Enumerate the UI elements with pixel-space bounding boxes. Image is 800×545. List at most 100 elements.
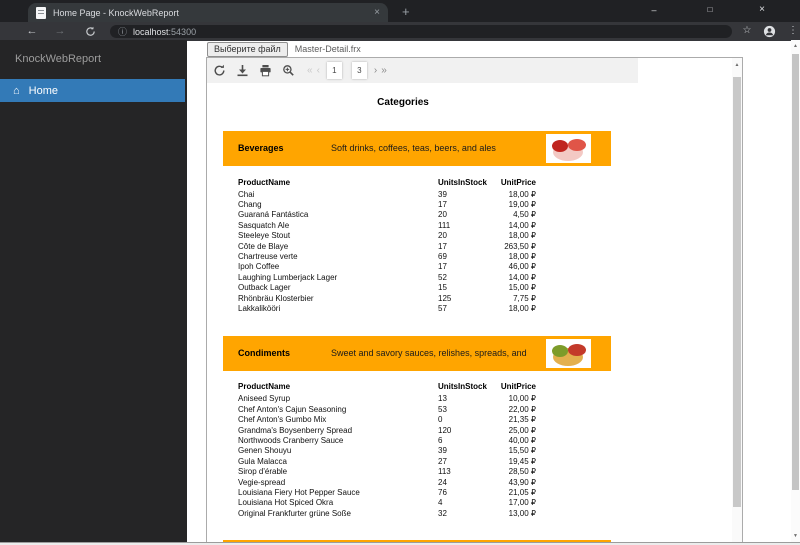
product-name-cell: Gula Malacca [238,456,287,466]
unit-price-cell: 19,00 ₽ [508,200,536,210]
url-text: localhost:54300 [133,26,197,37]
browser-menu-icon[interactable]: ⋮ [784,22,800,41]
print-icon[interactable] [259,64,272,77]
units-in-stock-cell: 57 [438,303,447,313]
prev-page-button[interactable]: ‹ [317,58,320,83]
page-scrollbar[interactable]: ▲ ▼ [791,40,800,542]
back-button[interactable]: ← [22,22,42,41]
category-band: Condiments Sweet and savory sauces, reli… [223,335,611,371]
current-page-input[interactable]: 1 [326,62,342,79]
last-page-button[interactable]: » [381,58,387,83]
viewer-scrollbar[interactable]: ▲ [732,58,742,542]
scroll-up-icon[interactable]: ▲ [791,40,800,52]
product-name-cell: Guaraná Fantástica [238,210,309,220]
window-minimize-button[interactable]: – [640,0,668,22]
table-row: Outback Lager 15 15,00 ₽ [238,283,536,293]
sidebar: KnockWebReport ⌂ Home [0,40,187,542]
table-row: Guaraná Fantástica 20 4,50 ₽ [238,210,536,220]
units-in-stock-cell: 32 [438,508,447,518]
beverages-photo [546,134,591,163]
report-page: Categories Beverages Soft drinks, coffee… [207,58,742,542]
profile-avatar-icon[interactable] [760,22,778,41]
refresh-icon[interactable] [213,64,226,77]
product-name-cell: Aniseed Syrup [238,394,291,404]
units-in-stock-cell: 13 [438,394,447,404]
units-in-stock-cell: 24 [438,477,447,487]
table-row: Chef Anton's Gumbo Mix 0 21,35 ₽ [238,414,536,424]
first-page-button[interactable]: « [307,58,313,83]
units-in-stock-cell: 0 [438,415,443,425]
product-name-cell: Outback Lager [238,283,291,293]
unit-price-cell: 14,00 ₽ [508,272,536,282]
product-name-cell: Chartreuse verte [238,252,298,262]
product-name-cell: Northwoods Cranberry Sauce [238,435,344,445]
window-close-button[interactable]: × [748,0,776,22]
unit-price-cell: 18,00 ₽ [508,303,536,313]
table-row: Chartreuse verte 69 18,00 ₽ [238,251,536,261]
app-brand[interactable]: KnockWebReport [0,40,187,65]
scroll-up-icon[interactable]: ▲ [732,58,742,72]
product-name-cell: Original Frankfurter grüne Soße [238,508,351,518]
table-row: Vegie-spread 24 43,90 ₽ [238,477,536,487]
reload-button[interactable] [80,22,100,41]
table-row: Laughing Lumberjack Lager 52 14,00 ₽ [238,272,536,282]
choose-file-button[interactable]: Выберите файл [207,41,288,57]
browser-tab[interactable]: Home Page - KnockWebReport × [28,3,388,22]
unit-price-cell: 14,00 ₽ [508,220,536,230]
product-name-cell: Rhönbräu Klosterbier [238,293,314,303]
units-in-stock-cell: 53 [438,404,447,414]
new-tab-button[interactable]: + [402,2,410,21]
column-header-product-name: ProductName [238,177,291,187]
column-header-unit-price: UnitPrice [500,382,536,392]
viewer-scrollbar-thumb[interactable] [733,77,741,507]
category-name: Condiments [238,347,291,358]
units-in-stock-cell: 20 [438,210,447,220]
sidebar-item-home[interactable]: ⌂ Home [0,79,185,102]
units-in-stock-cell: 17 [438,241,447,251]
zoom-icon[interactable] [282,64,295,77]
product-name-cell: Sasquatch Ale [238,220,290,230]
product-name-cell: Laughing Lumberjack Lager [238,272,338,282]
table-row: Aniseed Syrup 13 10,00 ₽ [238,394,536,404]
unit-price-cell: 21,35 ₽ [508,415,536,425]
column-header-units-in-stock: UnitsInStock [438,177,487,187]
category-description: Soft drinks, coffees, teas, beers, and a… [331,143,496,153]
table-header-row: ProductName UnitsInStock UnitPrice [238,175,536,189]
units-in-stock-cell: 39 [438,446,447,456]
window-maximize-button[interactable]: □ [696,0,724,22]
table-row: Sirop d'érable 113 28,50 ₽ [238,466,536,476]
table-body: Aniseed Syrup 13 10,00 ₽ Chef Anton's Cajun… [238,394,536,519]
bookmark-icon[interactable]: ☆ [738,22,756,41]
condiments-photo [546,338,591,368]
unit-price-cell: 13,00 ₽ [508,508,536,518]
site-info-icon[interactable]: ⓘ [118,25,127,38]
column-header-product-name: ProductName [238,382,291,392]
table-row: Northwoods Cranberry Sauce 6 40,00 ₽ [238,435,536,445]
page-scrollbar-thumb[interactable] [792,54,799,490]
scroll-down-icon[interactable]: ▼ [791,530,800,542]
table-row: Lakkalikööri 57 18,00 ₽ [238,303,536,313]
product-name-cell: Ipoh Coffee [238,262,280,272]
forward-button[interactable]: → [50,22,70,41]
tab-close-icon[interactable]: × [374,7,380,18]
units-in-stock-cell: 4 [438,498,443,508]
units-in-stock-cell: 39 [438,189,447,199]
next-page-button[interactable]: › [374,58,377,83]
table-header-row: ProductName UnitsInStock UnitPrice [238,380,536,394]
unit-price-cell: 46,00 ₽ [508,262,536,272]
unit-price-cell: 40,00 ₽ [508,435,536,445]
units-in-stock-cell: 113 [438,467,451,477]
product-name-cell: Louisiana Hot Spiced Okra [238,498,334,508]
unit-price-cell: 263,50 ₽ [504,241,536,251]
sidebar-item-label: Home [28,84,58,97]
units-in-stock-cell: 17 [438,262,447,272]
column-header-units-in-stock: UnitsInStock [438,382,487,392]
unit-price-cell: 22,00 ₽ [508,404,536,414]
unit-price-cell: 25,00 ₽ [508,425,536,435]
unit-price-cell: 18,00 ₽ [508,252,536,262]
products-table: ProductName UnitsInStock UnitPrice Anise… [238,380,536,519]
report-toolbar: « ‹ 1 3 › » [207,58,638,83]
url-input[interactable]: ⓘ localhost:54300 [110,25,732,38]
download-icon[interactable] [236,64,249,77]
category-description: Sweet and savory sauces, relishes, sprea… [331,347,527,358]
